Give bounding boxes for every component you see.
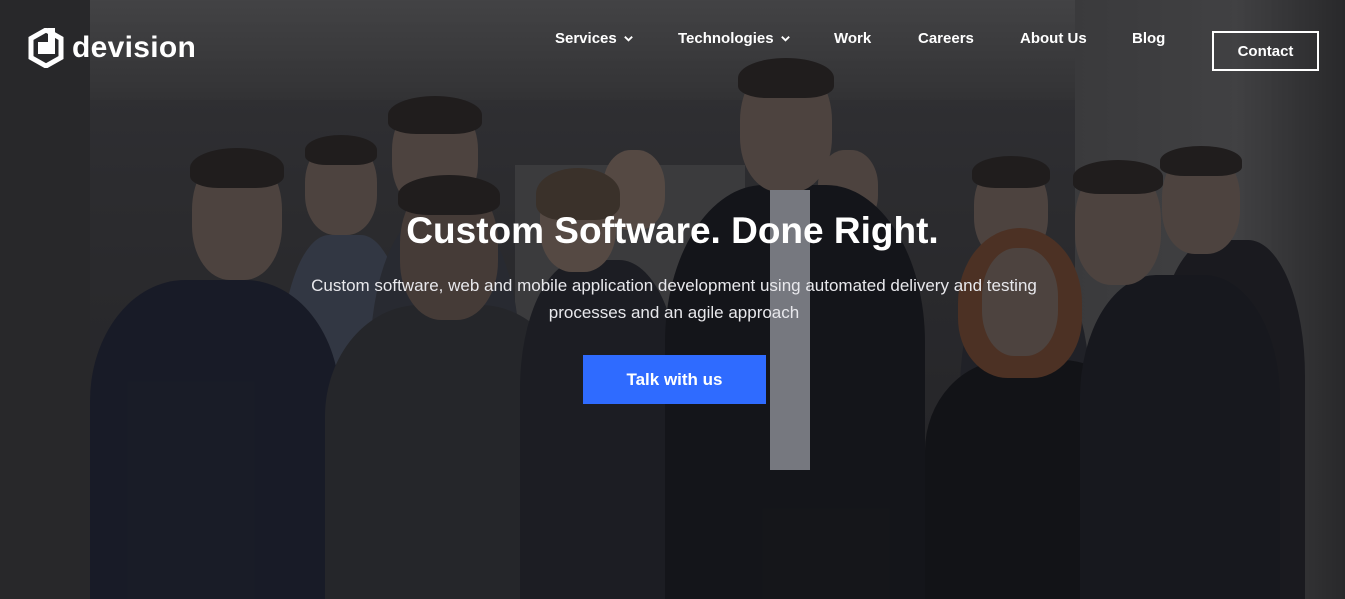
chevron-down-icon [780,35,790,42]
nav-technologies[interactable]: Technologies [678,30,791,47]
nav-work[interactable]: Work [834,30,871,47]
talk-with-us-button[interactable]: Talk with us [583,355,766,404]
hero-title: Custom Software. Done Right. [406,210,939,251]
nav-about-us[interactable]: About Us [1020,30,1087,47]
devision-logo-icon [28,28,64,68]
chevron-down-icon [623,35,633,42]
nav-services[interactable]: Services [555,30,634,47]
contact-button[interactable]: Contact [1212,31,1319,71]
hero-subtitle: Custom software, web and mobile applicat… [311,276,1037,322]
nav-services-label: Services [555,29,617,47]
nav-technologies-label: Technologies [678,29,774,47]
hero-section: devision Services Technologies Work Care… [0,0,1345,599]
logo-link[interactable]: devision [28,28,196,68]
brand-name: devision [72,31,197,64]
nav-careers[interactable]: Careers [918,30,974,47]
site-header: devision Services Technologies Work Care… [0,0,1345,100]
nav-blog[interactable]: Blog [1132,30,1165,47]
